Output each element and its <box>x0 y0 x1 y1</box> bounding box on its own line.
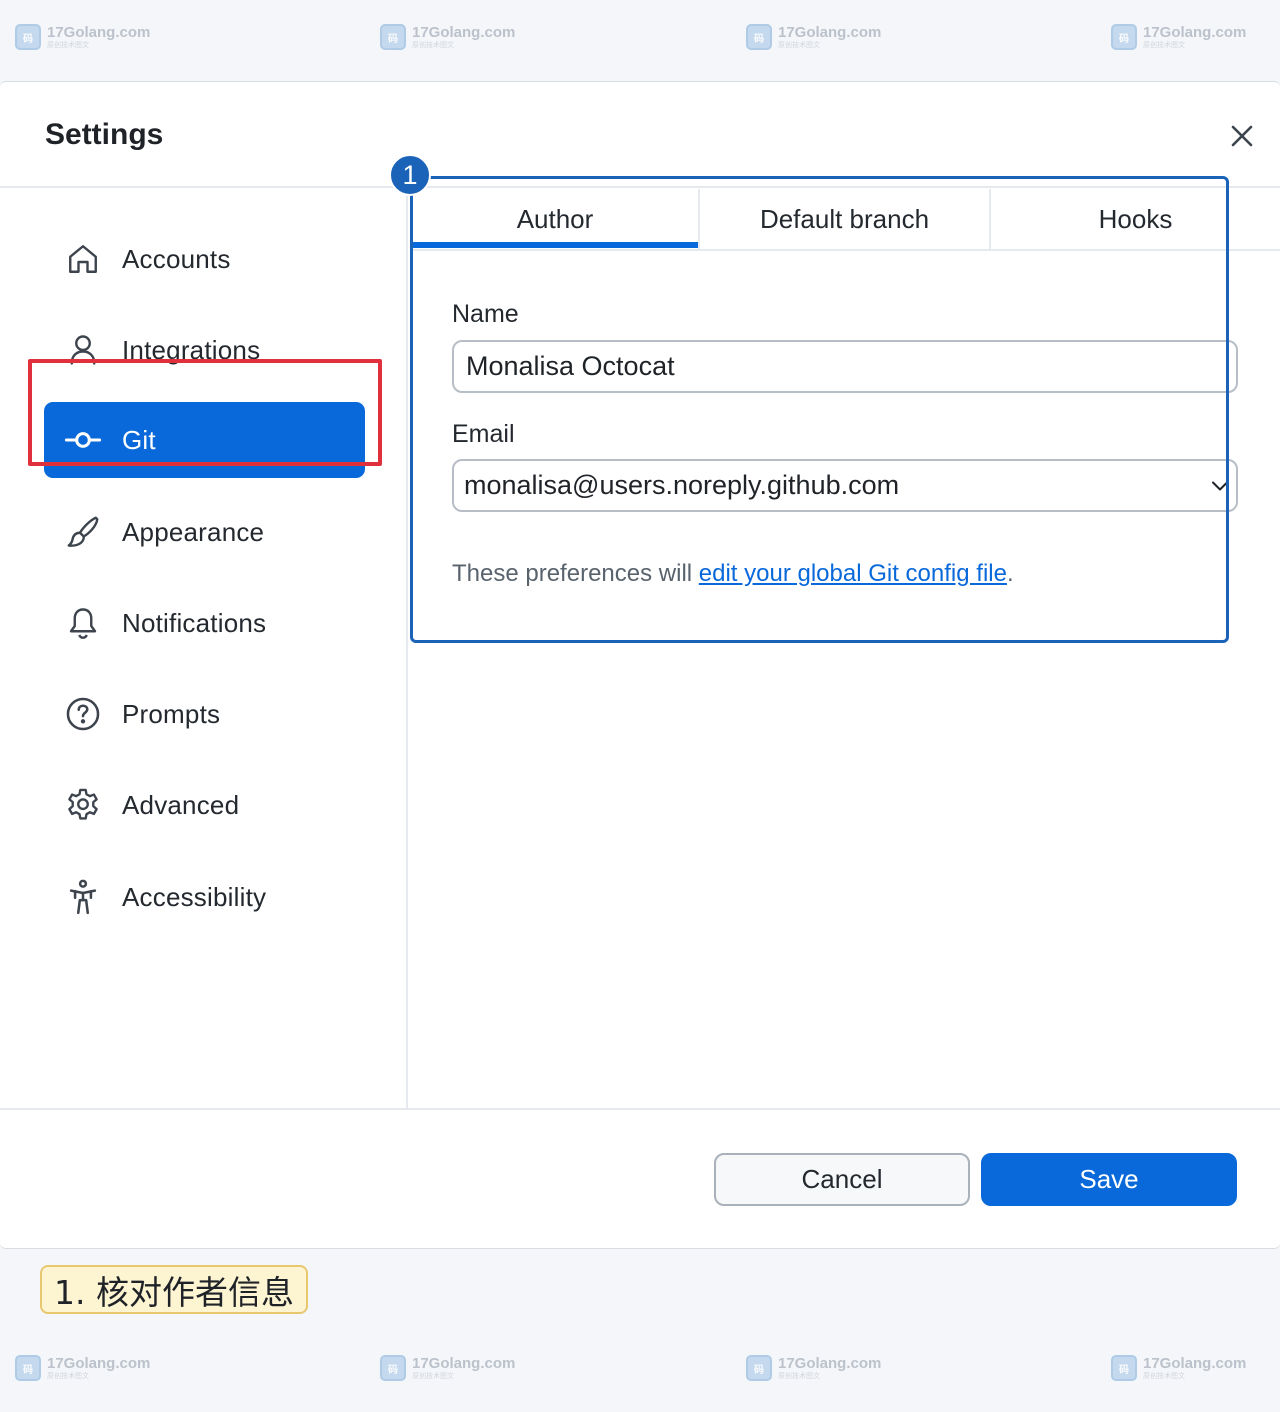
hint-suffix: . <box>1006 560 1014 587</box>
paintbrush-icon <box>44 512 122 552</box>
annotation-badge: 1 <box>389 154 431 196</box>
git-config-link[interactable]: edit your global Git config file <box>699 560 1007 587</box>
dialog-title: Settings <box>45 118 164 151</box>
tab-label: Default branch <box>759 203 930 234</box>
git-commit-icon <box>44 420 122 460</box>
name-label: Name <box>452 300 519 328</box>
hint-prefix: These preferences will <box>452 560 699 587</box>
bell-icon <box>44 603 122 643</box>
active-tab-indicator <box>413 242 698 248</box>
sidebar-item-prompts[interactable]: Prompts <box>44 676 365 752</box>
watermark-row-top: 码 17Golang.com 原创技术图文 码 17Golang.com 原创技术图… <box>0 24 1280 54</box>
email-select-value: monalisa@users.noreply.github.com <box>452 459 1238 512</box>
tab-author[interactable]: Author <box>412 189 698 249</box>
watermark-logo-icon: 码 <box>1111 24 1137 50</box>
watermark-logo-icon: 码 <box>380 24 406 50</box>
sidebar-item-git[interactable]: Git <box>44 402 365 478</box>
email-label: Email <box>452 420 515 448</box>
email-select[interactable]: monalisa@users.noreply.github.com <box>452 459 1238 512</box>
sidebar-item-label: Advanced <box>122 789 240 820</box>
save-button[interactable]: Save <box>981 1153 1237 1206</box>
watermark: 码 17Golang.com 原创技术图文 <box>380 1355 515 1381</box>
sidebar-item-label: Integrations <box>122 334 261 365</box>
watermark: 码 17Golang.com 原创技术图文 <box>746 1355 881 1381</box>
sidebar-item-label: Accessibility <box>122 881 267 912</box>
watermark-logo-icon: 码 <box>1111 1355 1137 1381</box>
gear-icon <box>44 785 122 825</box>
chevron-down-icon <box>1212 481 1228 491</box>
settings-dialog: Settings Accounts Integrations Git Appea… <box>0 81 1280 1249</box>
footer-divider <box>0 1108 1280 1110</box>
watermark: 码 17Golang.com 原创技术图文 <box>15 1355 150 1381</box>
tab-label: Author <box>516 203 594 234</box>
tab-hooks[interactable]: Hooks <box>991 189 1280 249</box>
person-icon <box>44 330 122 370</box>
sidebar-item-label: Appearance <box>122 516 265 547</box>
sidebar-item-notifications[interactable]: Notifications <box>44 585 365 661</box>
sidebar-item-advanced[interactable]: Advanced <box>44 767 365 843</box>
watermark-logo-icon: 码 <box>15 1355 41 1381</box>
watermark-logo-icon: 码 <box>15 24 41 50</box>
close-icon <box>1231 125 1253 147</box>
sidebar-item-accounts[interactable]: Accounts <box>44 221 365 297</box>
settings-sidebar: Accounts Integrations Git Appearance Not… <box>0 189 408 1109</box>
watermark: 码 17Golang.com 原创技术图文 <box>15 24 150 50</box>
sidebar-item-label: Accounts <box>122 243 231 274</box>
watermark-logo-icon: 码 <box>746 1355 772 1381</box>
watermark: 码 17Golang.com 原创技术图文 <box>1111 24 1246 50</box>
sidebar-item-label: Prompts <box>122 698 221 729</box>
watermark: 码 17Golang.com 原创技术图文 <box>1111 1355 1246 1381</box>
watermark: 码 17Golang.com 原创技术图文 <box>380 24 515 50</box>
watermark: 码 17Golang.com 原创技术图文 <box>746 24 881 50</box>
watermark-logo-icon: 码 <box>746 24 772 50</box>
home-icon <box>44 239 122 279</box>
sidebar-item-label: Notifications <box>122 607 267 638</box>
tabbar-border <box>410 249 1280 251</box>
dialog-header: Settings <box>0 82 1280 188</box>
watermark-logo-icon: 码 <box>380 1355 406 1381</box>
close-button[interactable] <box>1222 116 1262 156</box>
tab-default-branch[interactable]: Default branch <box>700 189 989 249</box>
name-input[interactable] <box>452 340 1238 393</box>
sidebar-item-appearance[interactable]: Appearance <box>44 494 365 570</box>
sidebar-item-label: Git <box>122 424 156 455</box>
hint-text: These preferences will edit your global … <box>452 560 1014 588</box>
watermark-row-bottom: 码 17Golang.com 原创技术图文 码 17Golang.com 原创技术图… <box>0 1355 1280 1385</box>
step-caption: 1. 核对作者信息 <box>40 1265 308 1314</box>
sidebar-item-integrations[interactable]: Integrations <box>44 312 365 388</box>
cancel-button[interactable]: Cancel <box>714 1153 970 1206</box>
tab-label: Hooks <box>1098 203 1173 234</box>
accessibility-icon <box>44 877 122 917</box>
sidebar-item-accessibility[interactable]: Accessibility <box>44 859 365 935</box>
question-icon <box>44 694 122 734</box>
